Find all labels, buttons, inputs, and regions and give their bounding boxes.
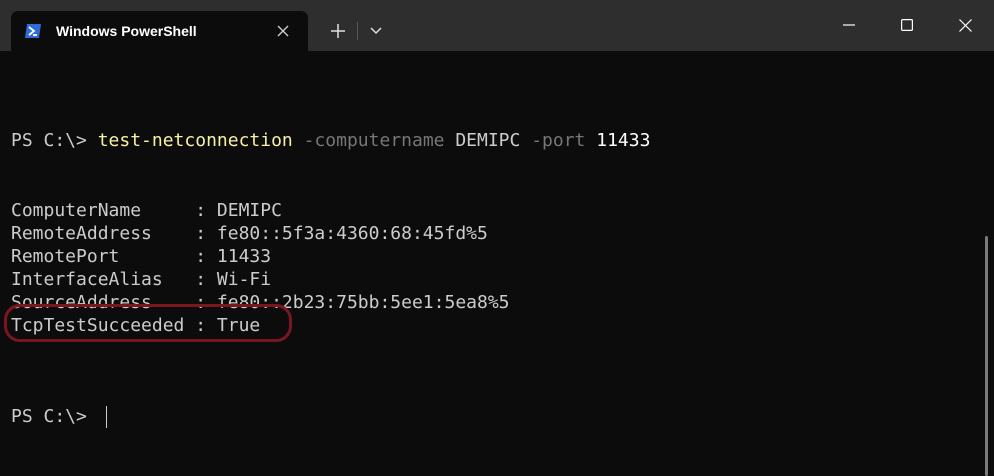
output-line: RemotePort : 11433 <box>11 246 272 267</box>
close-icon <box>958 18 972 32</box>
powershell-icon <box>24 22 42 40</box>
chevron-down-icon <box>370 27 382 35</box>
highlight-annotation <box>4 304 292 342</box>
output-line: RemoteAddress : fe80::5f3a:4360:68:45fd%… <box>11 223 488 244</box>
value-port: 11433 <box>585 130 651 151</box>
command-name: test-netconnection <box>97 130 293 151</box>
minimize-button[interactable] <box>826 8 872 42</box>
close-tab-icon[interactable] <box>273 21 293 41</box>
new-tab-button[interactable] <box>322 16 354 46</box>
close-window-button[interactable] <box>942 8 988 42</box>
title-bar: Windows PowerShell <box>0 0 994 51</box>
final-prompt: PS C:\> <box>11 406 98 427</box>
divider <box>357 22 358 40</box>
minimize-icon <box>843 24 855 26</box>
output-line: ComputerName : DEMIPC <box>11 200 282 221</box>
parameter-port: -port <box>520 130 586 151</box>
tab-dropdown-button[interactable] <box>361 16 391 46</box>
value-computername: DEMIPC <box>444 130 521 151</box>
plus-icon <box>331 24 345 38</box>
maximize-button[interactable] <box>884 8 930 42</box>
maximize-icon <box>901 19 913 31</box>
text-cursor <box>106 406 107 428</box>
command-line: PS C:\> test-netconnection -computername… <box>11 129 650 152</box>
tab-title: Windows PowerShell <box>56 23 197 39</box>
tab-windows-powershell[interactable]: Windows PowerShell <box>11 11 308 51</box>
output-line: InterfaceAlias : Wi-Fi <box>11 269 272 290</box>
parameter-computername: -computername <box>292 130 445 151</box>
terminal-output[interactable]: PS C:\> test-netconnection -computername… <box>0 51 994 476</box>
prompt: PS C:\> <box>11 130 98 151</box>
scrollbar[interactable] <box>985 236 988 476</box>
